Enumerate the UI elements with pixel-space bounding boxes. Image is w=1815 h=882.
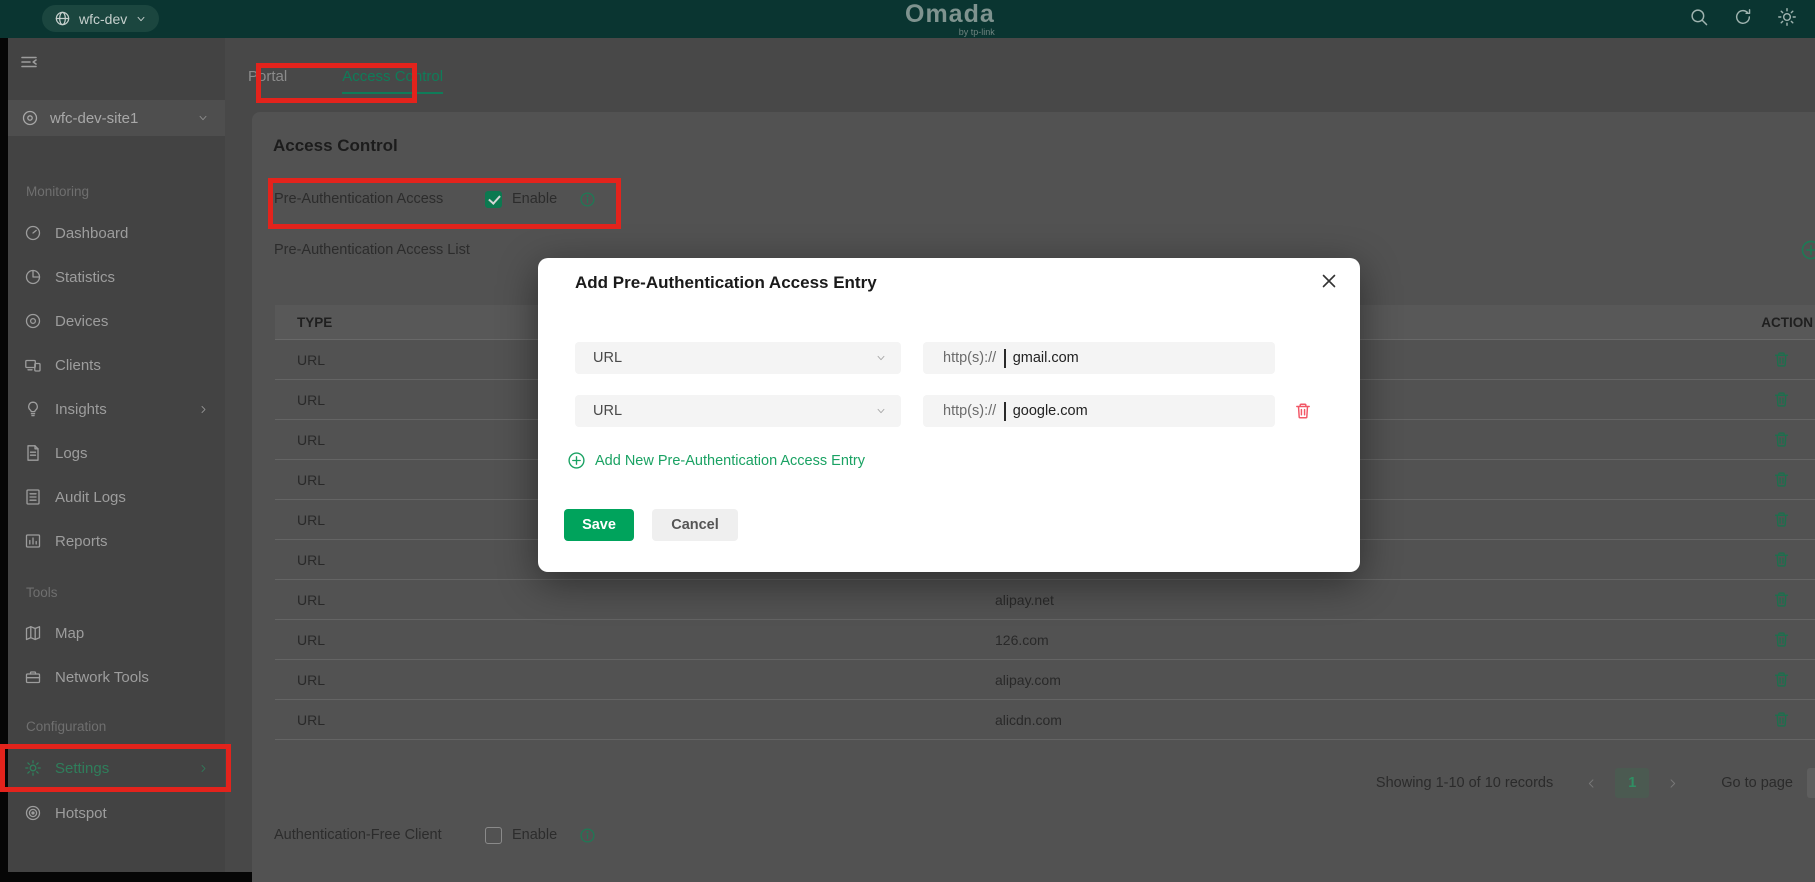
- top-header: wfc-dev Omada by tp-link: [0, 0, 1815, 38]
- chevron-down-icon: [875, 405, 887, 417]
- delete-row-icon[interactable]: [1615, 591, 1815, 608]
- text-cursor: [1004, 349, 1006, 368]
- sidebar-item-logs[interactable]: Logs: [8, 433, 225, 473]
- url-prefix: http(s)://: [943, 350, 996, 366]
- chevron-right-icon: [198, 763, 209, 774]
- url-value: gmail.com: [1013, 350, 1079, 366]
- section-label-tools: Tools: [26, 585, 58, 600]
- text-cursor: [1004, 402, 1006, 421]
- theme-sun-icon[interactable]: [1777, 7, 1797, 27]
- info-icon[interactable]: [579, 827, 596, 844]
- pre-auth-label: Pre-Authentication Access: [274, 191, 485, 207]
- sidebar-item-insights[interactable]: Insights: [8, 389, 225, 429]
- close-icon[interactable]: [1320, 272, 1338, 290]
- delete-row-icon[interactable]: [1615, 391, 1815, 408]
- refresh-icon[interactable]: [1733, 7, 1753, 27]
- sidebar-item-settings[interactable]: Settings: [8, 748, 225, 788]
- delete-row-icon[interactable]: [1615, 351, 1815, 368]
- delete-entry-icon[interactable]: [1294, 402, 1312, 420]
- sidebar: wfc-dev-site1 Monitoring Dashboard Stati…: [8, 38, 225, 872]
- table-row: URL alipay.com: [275, 660, 1815, 700]
- delete-row-icon[interactable]: [1615, 631, 1815, 648]
- controller-selector[interactable]: wfc-dev: [42, 5, 159, 32]
- records-summary: Showing 1-10 of 10 records: [1376, 775, 1553, 791]
- section-label-monitoring: Monitoring: [26, 184, 89, 199]
- sidebar-collapse-icon[interactable]: [19, 52, 39, 72]
- controller-name: wfc-dev: [79, 11, 127, 27]
- goto-page-label: Go to page: [1721, 775, 1793, 791]
- page-title: Access Control: [273, 136, 398, 156]
- tab-access-control[interactable]: Access Control: [342, 68, 443, 94]
- goto-page-input[interactable]: [1807, 768, 1815, 798]
- modal-title: Add Pre-Authentication Access Entry: [575, 273, 877, 293]
- sidebar-item-hotspot[interactable]: Hotspot: [8, 793, 225, 833]
- pre-auth-access-row: Pre-Authentication Access Enable: [274, 189, 596, 209]
- sidebar-item-network-tools[interactable]: Network Tools: [8, 657, 225, 697]
- auth-free-enable-checkbox[interactable]: [485, 827, 502, 844]
- entry-row: URL http(s):// gmail.com: [575, 342, 1275, 374]
- sidebar-item-audit-logs[interactable]: Audit Logs: [8, 477, 225, 517]
- search-icon[interactable]: [1689, 7, 1709, 27]
- chevron-down-icon: [197, 112, 209, 124]
- omada-logo: Omada by tp-link: [905, 2, 995, 37]
- auth-free-client-row: Authentication-Free Client Enable: [274, 825, 596, 845]
- add-entry-modal: Add Pre-Authentication Access Entry URL …: [538, 258, 1360, 572]
- chevron-right-icon: [198, 404, 209, 415]
- sidebar-item-reports[interactable]: Reports: [8, 521, 225, 561]
- sidebar-item-dashboard[interactable]: Dashboard: [8, 213, 225, 253]
- page-number-button[interactable]: 1: [1615, 768, 1649, 798]
- section-label-configuration: Configuration: [26, 719, 106, 734]
- table-row: URL alipay.net: [275, 580, 1815, 620]
- site-pin-icon: [21, 109, 39, 127]
- add-new-entry-link[interactable]: Add New Pre-Authentication Access Entry: [567, 451, 865, 470]
- sidebar-item-map[interactable]: Map: [8, 613, 225, 653]
- plus-circle-icon: [567, 451, 586, 470]
- add-entry-icon[interactable]: [1800, 239, 1815, 261]
- delete-row-icon[interactable]: [1615, 671, 1815, 688]
- entry-type-select[interactable]: URL: [575, 342, 901, 374]
- prev-page-icon[interactable]: [1585, 777, 1598, 790]
- next-page-icon[interactable]: [1666, 777, 1679, 790]
- col-header-action: ACTION: [1615, 315, 1815, 330]
- delete-row-icon[interactable]: [1615, 551, 1815, 568]
- url-input[interactable]: http(s):// google.com: [923, 395, 1275, 427]
- pagination: Showing 1-10 of 10 records 1 Go to page: [1376, 767, 1815, 799]
- chevron-down-icon: [875, 352, 887, 364]
- sidebar-item-devices[interactable]: Devices: [8, 301, 225, 341]
- enable-label: Enable: [512, 191, 557, 207]
- delete-row-icon[interactable]: [1615, 431, 1815, 448]
- cancel-button[interactable]: Cancel: [652, 509, 738, 541]
- tab-portal[interactable]: Portal: [248, 68, 287, 94]
- enable-label: Enable: [512, 827, 557, 843]
- pre-auth-list-label: Pre-Authentication Access List: [274, 242, 470, 258]
- app-window: wfc-dev Omada by tp-link: [0, 0, 1815, 882]
- url-value: google.com: [1013, 403, 1088, 419]
- pre-auth-enable-checkbox[interactable]: [485, 191, 502, 208]
- delete-row-icon[interactable]: [1615, 711, 1815, 728]
- sidebar-item-statistics[interactable]: Statistics: [8, 257, 225, 297]
- table-row: URL 126.com: [275, 620, 1815, 660]
- entry-type-select[interactable]: URL: [575, 395, 901, 427]
- url-input[interactable]: http(s):// gmail.com: [923, 342, 1275, 374]
- save-button[interactable]: Save: [564, 509, 634, 541]
- entry-row: URL http(s):// google.com: [575, 395, 1312, 427]
- site-selector[interactable]: wfc-dev-site1: [8, 100, 225, 136]
- table-row: URL alicdn.com: [275, 700, 1815, 740]
- info-icon[interactable]: [579, 191, 596, 208]
- sidebar-item-clients[interactable]: Clients: [8, 345, 225, 385]
- globe-icon: [54, 10, 71, 27]
- delete-row-icon[interactable]: [1615, 511, 1815, 528]
- tab-bar: Portal Access Control: [248, 68, 443, 94]
- chevron-down-icon: [135, 13, 147, 25]
- auth-free-label: Authentication-Free Client: [274, 827, 485, 843]
- url-prefix: http(s)://: [943, 403, 996, 419]
- delete-row-icon[interactable]: [1615, 471, 1815, 488]
- site-name: wfc-dev-site1: [50, 110, 138, 127]
